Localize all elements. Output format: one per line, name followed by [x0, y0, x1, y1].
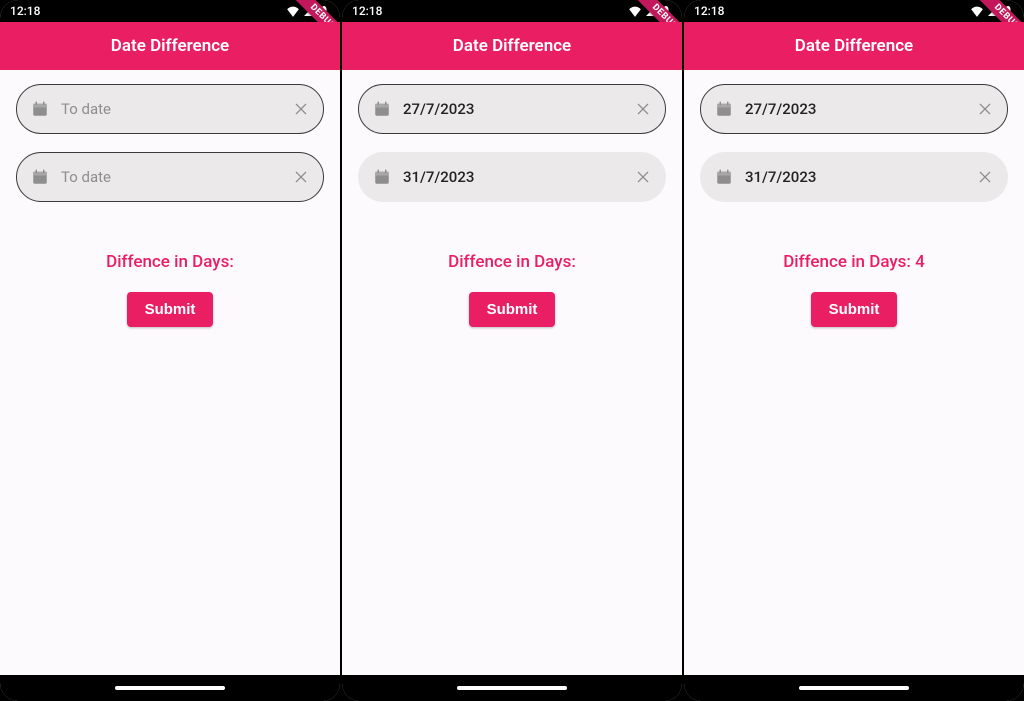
screen-body: 27/7/2023 31/7/2023 [342, 70, 682, 675]
signal-icon [987, 5, 999, 17]
phone-frame: 12:18 DEBUG Date Difference [0, 0, 341, 701]
status-right [286, 5, 330, 17]
result-label: Diffence in Days: 4 [700, 252, 1008, 272]
app-bar-title: Date Difference [795, 36, 913, 56]
phone-frame: 12:18 DEBUG Date Difference [683, 0, 1024, 701]
wifi-icon [628, 5, 642, 17]
calendar-icon [31, 100, 49, 118]
status-bar: 12:18 [684, 0, 1024, 22]
from-date-value: 27/7/2023 [403, 100, 635, 118]
clear-icon[interactable] [977, 169, 993, 185]
status-time: 12:18 [694, 4, 724, 18]
system-nav-bar [0, 675, 340, 701]
nav-gesture-pill[interactable] [115, 686, 225, 690]
signal-icon [303, 5, 315, 17]
phone-frame: 12:18 DEBUG Date Difference [341, 0, 683, 701]
app-bar-title: Date Difference [453, 36, 571, 56]
from-date-value: To date [61, 100, 293, 118]
to-date-field[interactable]: 31/7/2023 [700, 152, 1008, 202]
screen-body: 27/7/2023 31/7/2023 [684, 70, 1024, 675]
calendar-icon [715, 100, 733, 118]
clear-icon[interactable] [293, 101, 309, 117]
clear-icon[interactable] [293, 169, 309, 185]
calendar-icon [715, 168, 733, 186]
bell-icon [318, 5, 330, 17]
calendar-icon [373, 168, 391, 186]
status-time: 12:18 [352, 4, 382, 18]
clear-icon[interactable] [977, 101, 993, 117]
status-time: 12:18 [10, 4, 40, 18]
to-date-field[interactable]: 31/7/2023 [358, 152, 666, 202]
system-nav-bar [684, 675, 1024, 701]
signal-icon [645, 5, 657, 17]
calendar-icon [373, 100, 391, 118]
wifi-icon [286, 5, 300, 17]
to-date-field[interactable]: To date [16, 152, 324, 202]
system-nav-bar [342, 675, 682, 701]
wifi-icon [970, 5, 984, 17]
from-date-field[interactable]: To date [16, 84, 324, 134]
bell-icon [1002, 5, 1014, 17]
to-date-value: To date [61, 168, 293, 186]
result-label: Diffence in Days: [16, 252, 324, 272]
submit-button[interactable]: Submit [469, 292, 556, 327]
status-bar: 12:18 [0, 0, 340, 22]
nav-gesture-pill[interactable] [457, 686, 567, 690]
calendar-icon [31, 168, 49, 186]
from-date-field[interactable]: 27/7/2023 [358, 84, 666, 134]
from-date-field[interactable]: 27/7/2023 [700, 84, 1008, 134]
clear-icon[interactable] [635, 169, 651, 185]
screen-body: To date To date [0, 70, 340, 675]
submit-button[interactable]: Submit [127, 292, 214, 327]
from-date-value: 27/7/2023 [745, 100, 977, 118]
bell-icon [660, 5, 672, 17]
app-bar: Date Difference [684, 22, 1024, 70]
to-date-value: 31/7/2023 [403, 168, 635, 186]
nav-gesture-pill[interactable] [799, 686, 909, 690]
submit-button[interactable]: Submit [811, 292, 898, 327]
to-date-value: 31/7/2023 [745, 168, 977, 186]
status-bar: 12:18 [342, 0, 682, 22]
status-right [970, 5, 1014, 17]
status-right [628, 5, 672, 17]
app-bar-title: Date Difference [111, 36, 229, 56]
result-label: Diffence in Days: [358, 252, 666, 272]
app-bar: Date Difference [342, 22, 682, 70]
app-bar: Date Difference [0, 22, 340, 70]
clear-icon[interactable] [635, 101, 651, 117]
